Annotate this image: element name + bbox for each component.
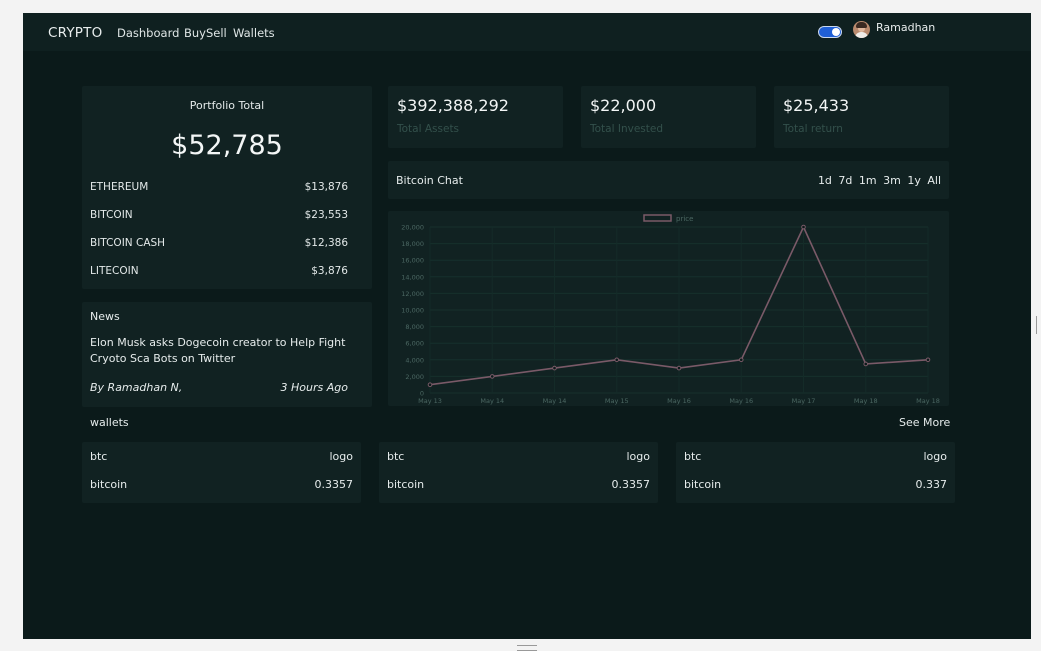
range-3m[interactable]: 3m <box>883 174 901 187</box>
y-tick-label: 10,000 <box>401 307 424 315</box>
stat-value: $22,000 <box>590 96 657 115</box>
news-author: By Ramadhan N, <box>90 381 183 394</box>
x-tick-label: May 18 <box>854 397 878 405</box>
wallet-logo: logo <box>329 450 354 463</box>
toggle-knob <box>832 28 840 36</box>
coin-value: $13,876 <box>304 181 348 193</box>
wallet-symbol: btc <box>90 450 108 463</box>
theme-toggle[interactable] <box>818 26 842 38</box>
wallet-logo: logo <box>923 450 948 463</box>
wallet-amount: 0.337 <box>915 478 948 491</box>
wallet-name: bitcoin <box>684 478 722 491</box>
news-time: 3 Hours Ago <box>280 381 348 394</box>
see-more-link[interactable]: See More <box>899 416 950 429</box>
range-7d[interactable]: 7d <box>838 174 852 187</box>
coin-name: BITCOIN <box>90 209 133 221</box>
stat-value: $392,388,292 <box>397 96 509 115</box>
nav-link-buysell[interactable]: BuySell <box>184 26 227 40</box>
range-selector: 1d 7d 1m 3m 1y All <box>815 174 941 187</box>
news-card: News Elon Musk asks Dogecoin creator to … <box>82 302 372 407</box>
data-point <box>427 382 433 387</box>
y-tick-label: 8,000 <box>405 323 424 331</box>
stat-value: $25,433 <box>783 96 850 115</box>
range-1y[interactable]: 1y <box>907 174 921 187</box>
top-navbar: CRYPTO Dashboard BuySell Wallets Ramadha… <box>23 13 1031 51</box>
wallet-logo: logo <box>626 450 651 463</box>
coin-name: ETHEREUM <box>90 181 149 193</box>
portfolio-total: $52,785 <box>171 130 283 161</box>
x-tick-label: May 13 <box>418 397 442 405</box>
wallets-heading: wallets <box>90 416 129 429</box>
wallet-symbol: btc <box>387 450 405 463</box>
app-window: CRYPTO Dashboard BuySell Wallets Ramadha… <box>23 13 1031 639</box>
coin-name: LITECOIN <box>90 265 139 277</box>
data-point <box>614 357 620 363</box>
data-point <box>738 357 744 363</box>
stat-label: Total return <box>783 123 843 135</box>
data-point <box>863 361 869 367</box>
portfolio-card: Portfolio Total $52,785 ETHEREUM $13,876… <box>82 86 372 289</box>
y-tick-label: 2,000 <box>405 373 424 381</box>
range-1d[interactable]: 1d <box>818 174 832 187</box>
legend-label: price <box>676 215 693 223</box>
y-tick-label: 20,000 <box>401 224 424 232</box>
range-all[interactable]: All <box>927 174 941 187</box>
data-point <box>925 357 931 363</box>
x-tick-label: May 14 <box>543 397 567 405</box>
resize-handle-right[interactable] <box>1036 316 1041 334</box>
coin-value: $23,553 <box>304 209 348 221</box>
y-tick-label: 18,000 <box>401 240 424 248</box>
chart-header: Bitcoin Chat 1d 7d 1m 3m 1y All <box>388 161 949 199</box>
coin-value: $3,876 <box>311 265 348 277</box>
y-tick-label: 14,000 <box>401 273 424 281</box>
x-tick-label: May 15 <box>605 397 629 405</box>
wallet-amount: 0.3357 <box>611 478 651 491</box>
wallet-card[interactable]: btc logo bitcoin 0.337 <box>676 442 955 503</box>
legend-swatch <box>643 214 672 222</box>
stat-card-total-return: $25,433 Total return <box>774 86 949 148</box>
stat-card-total-assets: $392,388,292 Total Assets <box>388 86 563 148</box>
data-point <box>801 224 806 230</box>
avatar[interactable] <box>853 21 870 38</box>
portfolio-title: Portfolio Total <box>189 99 265 112</box>
y-tick-label: 4,000 <box>405 356 424 364</box>
news-headline[interactable]: Elon Musk asks Dogecoin creator to Help … <box>90 335 368 367</box>
nav-link-wallets[interactable]: Wallets <box>233 26 275 40</box>
stat-card-total-invested: $22,000 Total Invested <box>581 86 756 148</box>
stat-label: Total Assets <box>397 123 460 135</box>
wallet-name: bitcoin <box>387 478 425 491</box>
wallet-card[interactable]: btc logo bitcoin 0.3357 <box>379 442 658 503</box>
nav-link-dashboard[interactable]: Dashboard <box>117 26 179 40</box>
y-tick-label: 16,000 <box>401 257 424 265</box>
price-chart[interactable]: 02,0004,0006,0008,00010,00012,00014,0001… <box>388 211 949 406</box>
x-tick-label: May 16 <box>667 397 691 405</box>
range-1m[interactable]: 1m <box>859 174 877 187</box>
x-tick-label: May 14 <box>480 397 504 405</box>
stat-label: Total Invested <box>590 123 663 135</box>
wallet-card[interactable]: btc logo bitcoin 0.3357 <box>82 442 361 503</box>
data-point <box>489 374 495 379</box>
price-chart-card: 0 2,000 4,000 6,000 8,000 10,000 12,000 14,000 1… <box>388 211 949 406</box>
news-title: News <box>90 310 120 323</box>
x-tick-label: May 18 <box>916 397 940 405</box>
chart-title: Bitcoin Chat <box>396 174 463 187</box>
wallet-amount: 0.3357 <box>314 478 354 491</box>
wallet-symbol: btc <box>684 450 702 463</box>
y-tick-label: 6,000 <box>405 340 424 348</box>
data-point <box>552 365 557 371</box>
avatar-hair <box>856 22 867 28</box>
username[interactable]: Ramadhan <box>876 21 935 34</box>
x-tick-label: May 16 <box>729 397 753 405</box>
coin-value: $12,386 <box>304 237 348 249</box>
data-point <box>676 365 682 371</box>
avatar-body <box>855 32 868 38</box>
coin-name: BITCOIN CASH <box>90 237 166 249</box>
y-tick-label: 12,000 <box>401 290 424 298</box>
wallet-name: bitcoin <box>90 478 128 491</box>
brand-logo[interactable]: CRYPTO <box>48 25 102 41</box>
x-tick-label: May 17 <box>792 397 816 405</box>
resize-handle-bottom[interactable] <box>517 645 537 651</box>
